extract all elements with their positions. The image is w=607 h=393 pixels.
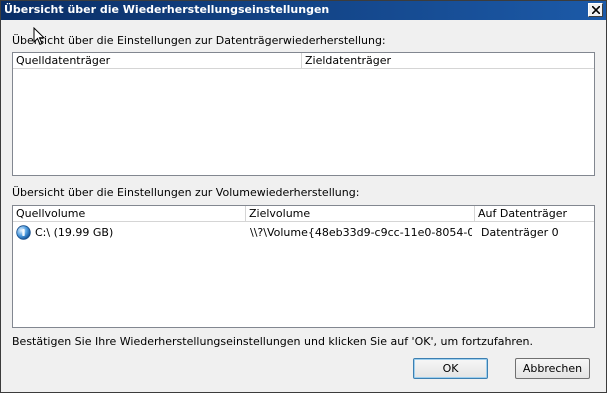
ok-button[interactable]: OK: [413, 358, 488, 379]
on-disk-cell: Datenträger 0: [481, 226, 559, 239]
disk-list-header: Quelldatenträger Zieldatenträger: [13, 53, 594, 69]
volume-recovery-list[interactable]: Quellvolume Zielvolume Auf Datenträger C…: [12, 205, 595, 328]
confirmation-message: Bestätigen Sie Ihre Wiederherstellungsei…: [12, 335, 533, 348]
column-header-on-disk[interactable]: Auf Datenträger: [475, 206, 594, 221]
target-volume-cell: \\?\Volume{48eb33d9-c9cc-11e0-8054-00...: [250, 226, 472, 239]
dialog-window: Übersicht über die Wiederherstellungsein…: [0, 0, 607, 393]
column-header-target-volume[interactable]: Zielvolume: [246, 206, 475, 221]
window-title: Übersicht über die Wiederherstellungsein…: [4, 3, 330, 16]
cancel-button[interactable]: Abbrechen: [515, 358, 590, 379]
volume-list-header: Quellvolume Zielvolume Auf Datenträger: [13, 206, 594, 222]
volume-row[interactable]: C:\ (19.99 GB) \\?\Volume{48eb33d9-c9cc-…: [13, 224, 594, 241]
disk-volume-icon: [16, 225, 31, 240]
volume-section-label: Übersicht über die Einstellungen zur Vol…: [12, 186, 360, 199]
source-volume-cell: C:\ (19.99 GB): [35, 226, 114, 239]
column-header-source-volume[interactable]: Quellvolume: [13, 206, 246, 221]
close-icon: [592, 6, 600, 14]
disk-section-label: Übersicht über die Einstellungen zur Dat…: [12, 34, 386, 47]
column-header-source-disk[interactable]: Quelldatenträger: [13, 53, 302, 68]
close-button[interactable]: [588, 3, 603, 17]
column-header-target-disk[interactable]: Zieldatenträger: [302, 53, 594, 68]
title-bar[interactable]: Übersicht über die Wiederherstellungsein…: [1, 1, 606, 20]
mouse-cursor-icon: [33, 27, 45, 46]
disk-recovery-list[interactable]: Quelldatenträger Zieldatenträger: [12, 52, 595, 176]
